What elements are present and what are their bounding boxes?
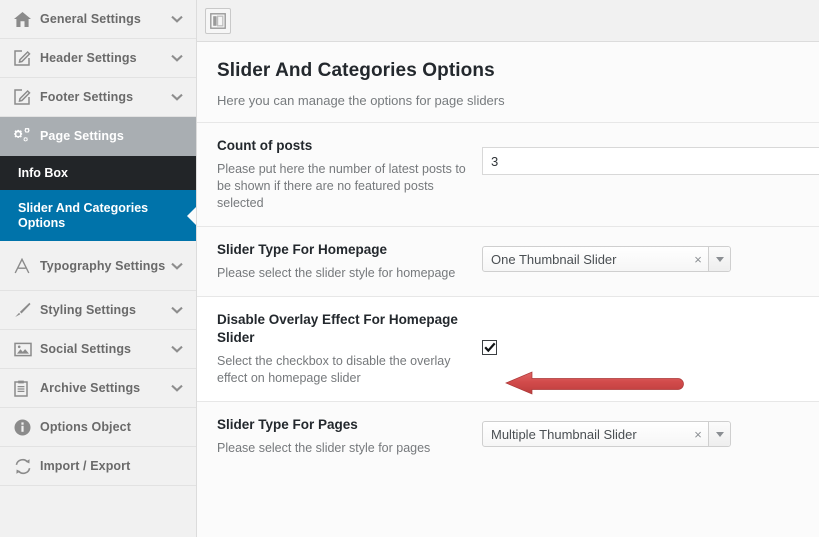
sidebar-item-label: General Settings [40, 12, 141, 26]
page-header: Slider And Categories Options Here you c… [197, 42, 819, 122]
toolbar [197, 0, 819, 42]
clipboard-icon [14, 380, 40, 397]
sidebar-item-label: Footer Settings [40, 90, 134, 104]
chevron-down-icon[interactable] [170, 384, 184, 392]
info-circle-icon [14, 419, 40, 436]
page-title: Slider And Categories Options [217, 60, 495, 81]
slider-type-pages-select[interactable]: Multiple Thumbnail Slider × [482, 421, 731, 447]
sidebar-item-label: Typography Settings [40, 258, 166, 273]
sidebar-item-page-settings[interactable]: Page Settings [0, 117, 196, 156]
count-of-posts-input[interactable] [482, 147, 819, 175]
sidebar-item-social-settings[interactable]: Social Settings [0, 330, 196, 369]
sidebar-item-label: Styling Settings [40, 303, 137, 317]
main-panel: Slider And Categories Options Here you c… [197, 0, 819, 537]
option-description: Please put here the number of latest pos… [217, 162, 466, 210]
option-control [482, 137, 819, 175]
edit-square-icon [14, 89, 40, 105]
sidebar-item-label: Page Settings [40, 129, 124, 143]
sidebar-subitem-info-box[interactable]: Info Box [0, 156, 196, 190]
gears-icon [14, 127, 40, 145]
sidebar-item-label: Social Settings [40, 342, 132, 356]
dropdown-arrow-icon[interactable] [708, 247, 730, 271]
option-description: Select the checkbox to disable the overl… [217, 354, 451, 385]
option-title: Slider Type For Pages [217, 417, 358, 432]
chevron-down-icon[interactable] [170, 54, 184, 62]
sidebar-item-label: Options Object [40, 420, 131, 434]
sidebar: General Settings Header Settings Footer … [0, 0, 197, 537]
sidebar-item-footer-settings[interactable]: Footer Settings [0, 78, 196, 117]
dropdown-arrow-icon[interactable] [708, 422, 730, 446]
option-control [482, 311, 819, 358]
sidebar-item-label: Header Settings [40, 51, 137, 65]
chevron-down-icon[interactable] [170, 93, 184, 101]
select-value: Multiple Thumbnail Slider [491, 426, 637, 442]
option-description: Please select the slider style for pages [217, 441, 431, 455]
option-title: Count of posts [217, 138, 313, 153]
active-pointer-notch [187, 206, 196, 225]
clear-selection-icon[interactable]: × [688, 422, 708, 446]
chevron-down-icon[interactable] [170, 306, 184, 314]
option-title: Slider Type For Homepage [217, 242, 388, 257]
brush-icon [14, 302, 40, 318]
sidebar-item-import-export[interactable]: Import / Export [0, 447, 196, 486]
sync-icon [14, 458, 40, 475]
option-title: Disable Overlay Effect For Homepage Slid… [217, 312, 458, 345]
option-row-slider-type-homepage: Slider Type For Homepage Please select t… [197, 226, 819, 296]
sidebar-item-label: Archive Settings [40, 381, 141, 395]
chevron-down-icon[interactable] [170, 15, 184, 23]
sidebar-subitem-label: Slider And Categories Options [18, 200, 149, 230]
sidebar-item-archive-settings[interactable]: Archive Settings [0, 369, 196, 408]
slider-type-homepage-select[interactable]: One Thumbnail Slider × [482, 246, 731, 272]
chevron-down-icon[interactable] [170, 345, 184, 353]
option-label-group: Slider Type For Homepage Please select t… [217, 241, 482, 282]
typography-a-icon [14, 257, 40, 274]
option-control: One Thumbnail Slider × [482, 241, 819, 272]
sidebar-item-styling-settings[interactable]: Styling Settings [0, 291, 196, 330]
option-row-disable-overlay-effect: Disable Overlay Effect For Homepage Slid… [197, 296, 819, 401]
options-page: General Settings Header Settings Footer … [0, 0, 819, 537]
sidebar-subitem-label: Info Box [18, 165, 68, 180]
option-control: Multiple Thumbnail Slider × [482, 416, 819, 447]
sidebar-item-label: Import / Export [40, 459, 131, 473]
image-icon [14, 342, 40, 357]
option-row-count-of-posts: Count of posts Please put here the numbe… [197, 122, 819, 226]
option-row-slider-type-pages: Slider Type For Pages Please select the … [197, 401, 819, 471]
page-subtitle: Here you can manage the options for page… [217, 93, 505, 108]
layout-panel-icon[interactable] [205, 7, 231, 34]
home-icon [14, 11, 40, 27]
option-label-group: Slider Type For Pages Please select the … [217, 416, 482, 457]
clear-selection-icon[interactable]: × [688, 247, 708, 271]
sidebar-item-header-settings[interactable]: Header Settings [0, 39, 196, 78]
chevron-down-icon[interactable] [170, 262, 184, 270]
option-label-group: Disable Overlay Effect For Homepage Slid… [217, 311, 482, 387]
sidebar-subitem-slider-and-categories-options[interactable]: Slider And Categories Options [0, 190, 196, 241]
sidebar-item-options-object[interactable]: Options Object [0, 408, 196, 447]
edit-square-icon [14, 50, 40, 66]
option-label-group: Count of posts Please put here the numbe… [217, 137, 482, 212]
disable-overlay-effect-checkbox[interactable] [482, 340, 497, 355]
option-description: Please select the slider style for homep… [217, 266, 456, 280]
sidebar-item-typography-settings[interactable]: Typography Settings [0, 241, 196, 291]
select-value: One Thumbnail Slider [491, 251, 617, 267]
sidebar-item-general-settings[interactable]: General Settings [0, 0, 196, 39]
